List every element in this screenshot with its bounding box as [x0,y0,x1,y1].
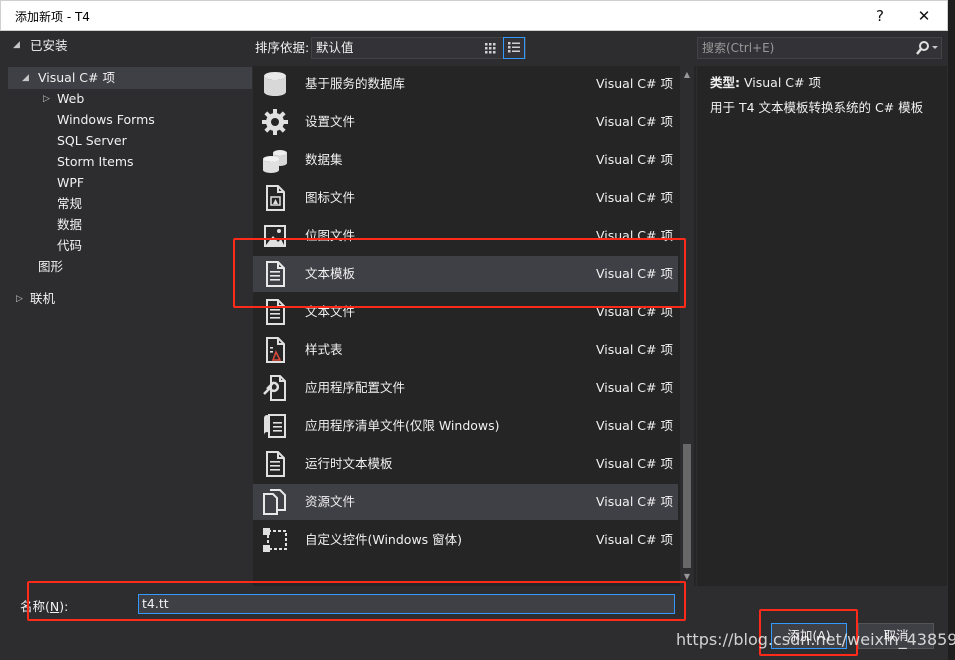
name-label: 名称(N): [20,596,68,615]
list-item-selected[interactable]: 文本模板 Visual C# 项 [253,256,678,292]
detail-type-value: Visual C# 项 [743,75,821,90]
sort-label: 排序依据: [255,40,310,55]
item-type: Visual C# 项 [596,494,673,509]
resource-file-icon [263,489,286,515]
list-item[interactable]: 运行时文本模板 Visual C# 项 [253,446,678,482]
item-type: Visual C# 项 [596,152,673,167]
item-type: Visual C# 项 [596,228,673,243]
tree-item-sql-server[interactable]: SQL Server [57,131,127,151]
name-label-suffix: ): [59,599,69,614]
icon-file-icon [266,185,285,211]
expand-triangle-icon[interactable]: ▷ [16,294,23,304]
item-type: Visual C# 项 [596,456,673,471]
item-type: Visual C# 项 [596,76,673,91]
grid-view-icon [485,43,496,54]
list-scrollbar[interactable]: ▲ ▼ [680,66,694,586]
dataset-icon [263,150,287,173]
tree-item-windows-forms[interactable]: Windows Forms [57,110,155,130]
list-item[interactable]: 应用程序配置文件 Visual C# 项 [253,370,678,406]
search-box[interactable] [697,37,942,59]
runtime-template-icon [266,451,285,477]
item-type: Visual C# 项 [596,532,673,547]
item-name: 基于服务的数据库 [305,76,406,91]
list-item[interactable]: 应用程序清单文件(仅限 Windows) Visual C# 项 [253,408,678,444]
item-type: Visual C# 项 [596,114,673,129]
tree-item-data[interactable]: 数据 [57,215,82,235]
tree-item-code[interactable]: 代码 [57,236,82,256]
collapse-triangle-icon[interactable]: ◢ [22,73,29,83]
template-list: 基于服务的数据库 Visual C# 项 设置文件 Visual C# 项 数据… [253,66,696,586]
item-type: Visual C# 项 [596,418,673,433]
item-name: 应用程序清单文件(仅限 Windows) [305,418,500,433]
detail-panel: 类型: Visual C# 项 用于 T4 文本模板转换系统的 C# 模板 [697,66,947,590]
tree-item-general[interactable]: 常规 [57,194,82,214]
stylesheet-icon [266,337,285,363]
item-name: 设置文件 [305,114,356,129]
config-file-icon [263,375,286,401]
scroll-up-icon[interactable]: ▲ [680,68,694,82]
item-type: Visual C# 项 [596,190,673,205]
list-item[interactable]: 位图文件 Visual C# 项 [253,218,678,254]
item-name: 文本模板 [305,266,356,281]
tree-item-graphics[interactable]: 图形 [38,257,63,277]
manifest-icon [264,414,286,438]
item-type: Visual C# 项 [596,380,673,395]
bitmap-icon [264,225,286,247]
tree-item-wpf[interactable]: WPF [57,173,84,193]
gear-icon [262,109,288,135]
sort-value: 默认值 [316,40,354,55]
scroll-down-icon[interactable]: ▼ [680,570,694,584]
list-item[interactable]: 图标文件 Visual C# 项 [253,180,678,216]
list-item[interactable]: 文本文件 Visual C# 项 [253,294,678,330]
background-ide-edge [948,0,955,660]
text-file-icon [266,299,285,325]
list-item-hover[interactable]: 资源文件 Visual C# 项 [253,484,678,520]
name-field[interactable]: t4.tt [138,594,675,614]
item-name: 文本文件 [305,304,356,319]
watermark: https://blog.csdn.net/weixin_43859461 [676,630,955,649]
list-view-icon [508,42,520,53]
tree-item-visual-csharp[interactable]: Visual C# 项 [38,68,115,88]
database-icon [264,72,286,96]
item-type: Visual C# 项 [596,304,673,319]
item-type: Visual C# 项 [596,266,673,281]
item-name: 数据集 [305,152,343,167]
text-template-icon [266,261,285,287]
expand-triangle-icon[interactable]: ▷ [43,94,50,104]
search-icon[interactable] [915,40,939,56]
list-item[interactable]: 基于服务的数据库 Visual C# 项 [253,66,678,102]
item-type: Visual C# 项 [596,342,673,357]
tree-item-online[interactable]: 联机 [30,289,55,309]
title-bar: 添加新项 - T4 ? ✕ [0,0,948,31]
window-title: 添加新项 - T4 [15,10,90,24]
item-name: 资源文件 [305,494,356,509]
tree-item-installed[interactable]: 已安装 [30,36,68,56]
custom-control-icon [263,528,287,552]
item-name: 自定义控件(Windows 窗体) [305,532,463,547]
tree-item-web[interactable]: Web [57,89,84,109]
detail-type: 类型: Visual C# 项 [710,72,821,91]
grid-view-button[interactable] [479,37,501,59]
item-name: 样式表 [305,342,343,357]
list-item[interactable]: 样式表 Visual C# 项 [253,332,678,368]
item-name: 图标文件 [305,190,356,205]
detail-description: 用于 T4 文本模板转换系统的 C# 模板 [710,100,924,115]
detail-type-key: 类型: [710,75,740,90]
tree-item-storm-items[interactable]: Storm Items [57,152,134,172]
scroll-thumb[interactable] [683,444,691,568]
collapse-triangle-icon[interactable]: ◢ [13,40,20,50]
close-button[interactable]: ✕ [909,4,939,28]
list-item[interactable]: 自定义控件(Windows 窗体) Visual C# 项 [253,522,678,558]
name-label-prefix: 名称( [20,599,50,614]
item-name: 运行时文本模板 [305,456,393,471]
help-button[interactable]: ? [865,4,895,28]
list-item[interactable]: 设置文件 Visual C# 项 [253,104,678,140]
list-item[interactable]: 数据集 Visual C# 项 [253,142,678,178]
item-name: 位图文件 [305,228,356,243]
search-input[interactable] [702,40,907,56]
item-name: 应用程序配置文件 [305,380,406,395]
name-label-accesskey: N [49,599,60,614]
list-view-button[interactable] [503,37,525,59]
